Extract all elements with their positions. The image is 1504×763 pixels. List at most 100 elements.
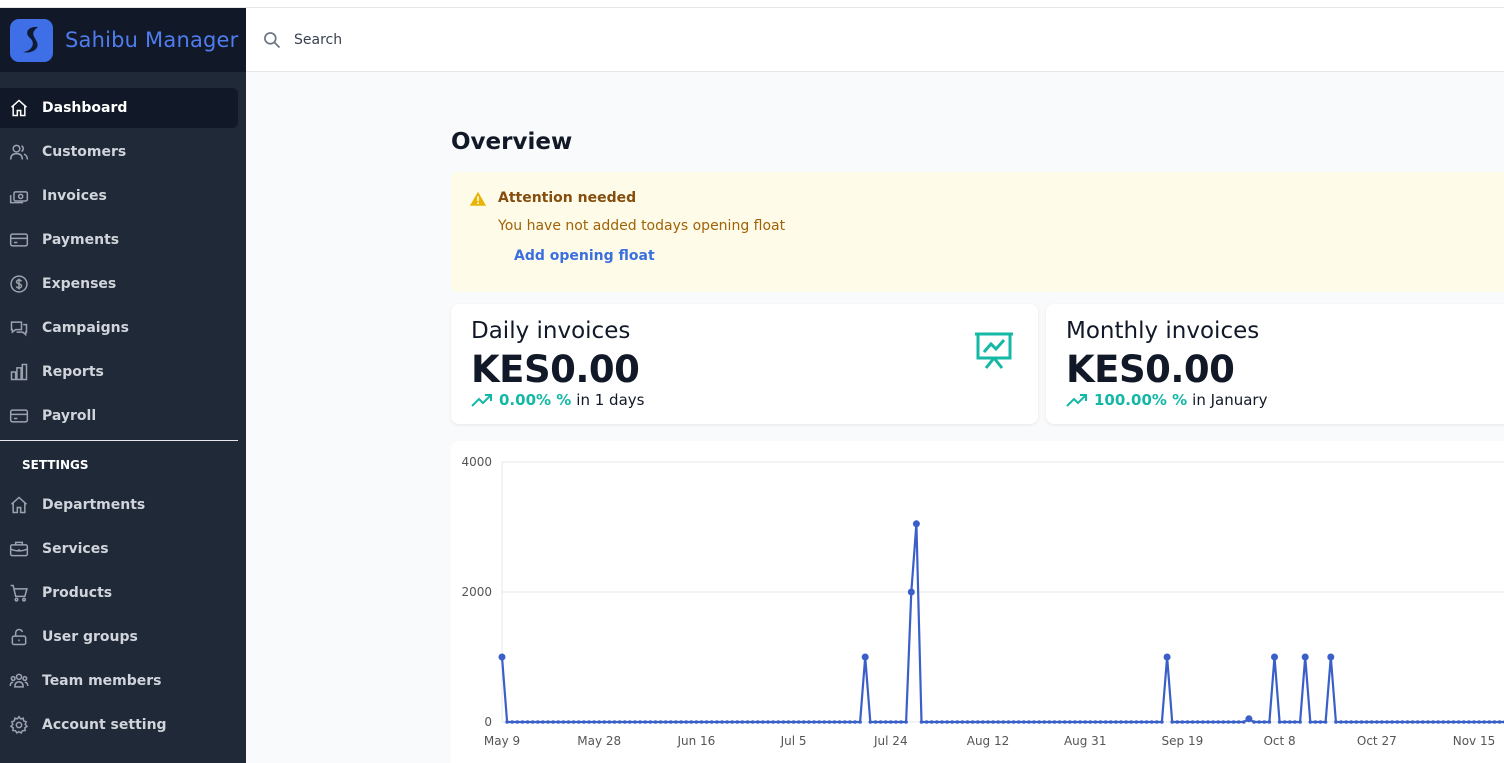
gear-icon (8, 714, 30, 736)
x-tick-label: Oct 8 (1263, 734, 1295, 748)
data-point (812, 720, 816, 724)
data-point (1385, 720, 1389, 724)
sidebar-item-team-members[interactable]: Team members (0, 661, 238, 701)
data-point (607, 720, 612, 724)
sidebar-item-invoices[interactable]: Invoices (0, 176, 238, 216)
data-point (602, 720, 607, 724)
add-opening-float-link[interactable]: Add opening float (514, 248, 655, 264)
data-point (848, 720, 852, 724)
data-point (689, 720, 694, 724)
data-point (1252, 720, 1256, 724)
sidebar-item-reports[interactable]: Reports (0, 352, 238, 392)
data-point (1262, 720, 1267, 724)
x-tick-label: Nov 15 (1453, 734, 1496, 748)
series-line (500, 523, 1504, 724)
data-point (878, 720, 883, 724)
data-point (786, 720, 791, 724)
data-point (817, 720, 821, 724)
sidebar-item-payroll[interactable]: Payroll (0, 396, 238, 436)
search-input[interactable] (294, 31, 894, 48)
data-point (571, 720, 576, 724)
data-point (1364, 720, 1369, 724)
data-point (1421, 720, 1425, 724)
data-point (1170, 720, 1174, 724)
sidebar-item-user-groups[interactable]: User groups (0, 617, 238, 657)
data-point (566, 720, 571, 724)
data-point (1195, 720, 1200, 724)
data-point (1201, 720, 1205, 724)
data-point (1482, 720, 1486, 724)
data-point (1103, 720, 1108, 724)
data-point (853, 720, 857, 724)
invoices-chart: 0 2000 4000 May 9 May 28 Jun 16 Jul 5 Jul 24 Aug… (451, 441, 1504, 763)
sidebar-item-dashboard[interactable]: Dashboard (0, 88, 238, 128)
data-point (1375, 720, 1379, 724)
change-period: in January (1192, 391, 1268, 409)
top-header (246, 8, 1504, 72)
data-point (1282, 720, 1287, 724)
data-point (674, 720, 678, 724)
sidebar-item-services[interactable]: Services (0, 529, 238, 569)
sidebar-item-departments[interactable]: Departments (0, 485, 238, 525)
data-point (648, 720, 653, 724)
sidebar-item-products[interactable]: Products (0, 573, 238, 613)
data-point (525, 720, 530, 724)
data-point (1226, 720, 1231, 724)
sidebar-item-label: Campaigns (42, 320, 129, 336)
data-point (597, 720, 601, 724)
sidebar-item-campaigns[interactable]: Campaigns (0, 308, 238, 348)
data-point (781, 720, 786, 724)
data-point (1267, 720, 1272, 724)
y-tick-label: 2000 (461, 585, 492, 599)
data-point (1327, 653, 1335, 661)
data-point (858, 720, 862, 724)
data-point (1093, 720, 1098, 724)
trending-up-icon (1066, 392, 1088, 408)
data-point (536, 720, 540, 724)
card-title: Monthly invoices (1066, 318, 1260, 344)
sidebar-item-expenses[interactable]: Expenses (0, 264, 238, 304)
data-point (623, 720, 627, 724)
x-tick-label: Oct 27 (1357, 734, 1397, 748)
data-point (592, 720, 596, 724)
data-point (587, 720, 591, 724)
data-point (827, 720, 832, 724)
data-point (894, 720, 898, 724)
data-point (730, 720, 734, 724)
data-point (694, 720, 699, 724)
data-point (1027, 720, 1031, 724)
data-point (704, 720, 709, 724)
home-icon (8, 494, 30, 516)
data-point (1308, 720, 1313, 724)
data-point (1405, 720, 1410, 724)
sidebar-item-label: User groups (42, 629, 138, 645)
sidebar-item-payments[interactable]: Payments (0, 220, 238, 260)
data-point (546, 720, 550, 724)
data-point (1318, 720, 1323, 724)
data-point (940, 720, 944, 724)
data-point (561, 720, 566, 724)
sidebar-item-customers[interactable]: Customers (0, 132, 238, 172)
data-point (1068, 720, 1072, 724)
data-point (582, 720, 586, 724)
data-point (861, 653, 869, 661)
data-point (1323, 720, 1328, 724)
sidebar-item-account-setting[interactable]: Account setting (0, 705, 238, 745)
data-point (1001, 720, 1006, 724)
data-point (541, 720, 545, 724)
data-point (1119, 720, 1123, 724)
data-point (771, 720, 775, 724)
data-point (1057, 720, 1062, 724)
data-point (843, 720, 847, 724)
data-point (1022, 720, 1026, 724)
data-point (776, 720, 781, 724)
data-point (996, 720, 1000, 724)
x-tick-label: Jul 24 (873, 734, 908, 748)
data-point (1313, 720, 1318, 724)
data-point (986, 720, 990, 724)
brand[interactable]: Sahibu Manager (0, 8, 246, 72)
sidebar-divider (0, 440, 238, 441)
data-point (822, 720, 827, 724)
data-point (1410, 720, 1415, 724)
data-point (1301, 653, 1309, 661)
